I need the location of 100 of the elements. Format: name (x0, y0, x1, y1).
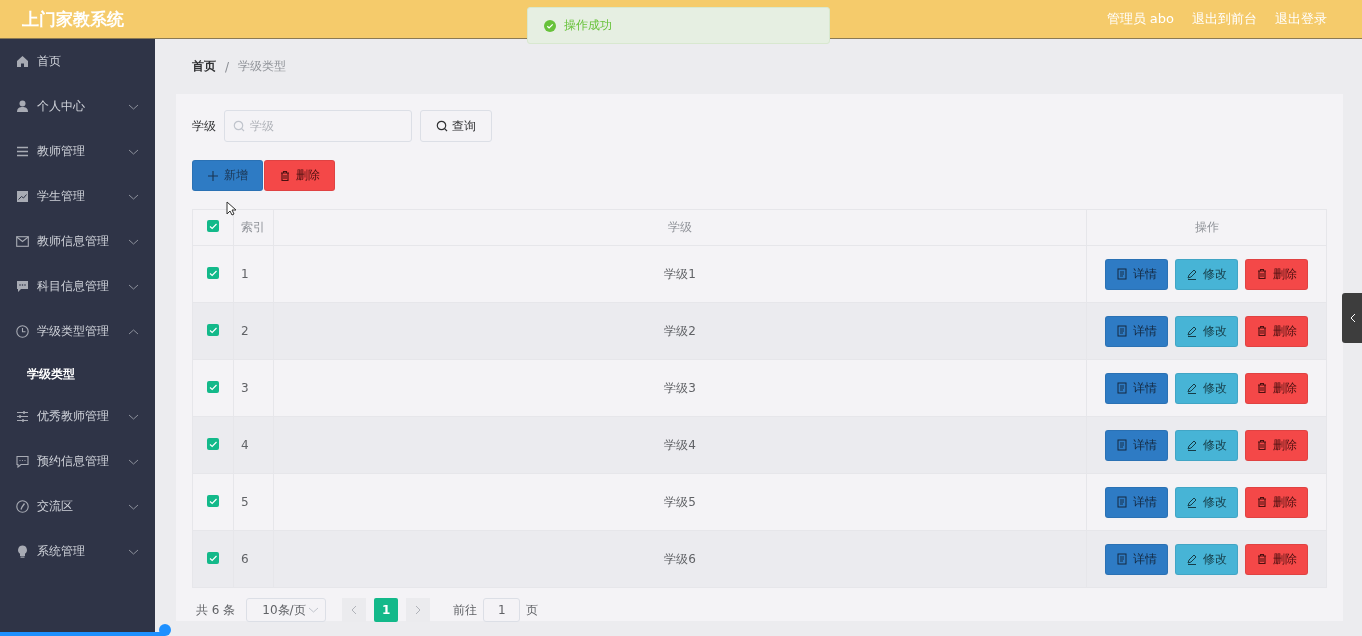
plus-icon (207, 169, 219, 182)
trash-icon (1256, 382, 1268, 394)
chevron-down-icon (128, 458, 139, 465)
scroll-bar[interactable] (0, 624, 171, 636)
edit-button[interactable]: 修改 (1175, 315, 1238, 347)
edit-button[interactable]: 修改 (1175, 258, 1238, 290)
search-field[interactable]: 学级 (224, 110, 412, 142)
delete-button[interactable]: 删除 (264, 160, 335, 191)
table-cell: 5 (233, 473, 274, 531)
chevron-down-icon (128, 283, 139, 290)
chevron-down-icon (128, 148, 139, 155)
success-toast: 操作成功 (527, 7, 830, 44)
trash-icon (279, 169, 291, 182)
side-panel-toggle[interactable] (1342, 293, 1362, 343)
total-count: 共 6 条 (196, 601, 236, 619)
delete-button[interactable]: 删除 (1245, 486, 1308, 518)
trash-icon (1256, 268, 1268, 280)
detail-button[interactable]: 详情 (1105, 429, 1168, 461)
document-icon (1116, 553, 1128, 565)
user-name: 管理员 abo (1106, 10, 1174, 28)
chevron-down-icon (308, 607, 320, 613)
edit-button[interactable]: 修改 (1175, 372, 1238, 404)
table-cell: 1 (233, 245, 274, 303)
checkbox[interactable] (207, 437, 219, 450)
table-cell: 学级2 (273, 302, 1087, 360)
app-title: 上门家教系统 (22, 7, 124, 31)
sidebar-item[interactable]: 学级类型管理 (0, 309, 155, 354)
goto-label: 前往 (453, 601, 478, 619)
breadcrumb-separator: / (225, 59, 230, 74)
search-icon (436, 120, 448, 132)
sidebar-item[interactable]: 交流区 (0, 484, 155, 529)
table-cell: 学级5 (273, 473, 1087, 531)
chevron-left-icon (1350, 313, 1356, 323)
chevron-down-icon (128, 103, 139, 110)
chevron-left-icon (351, 605, 358, 615)
checkbox[interactable] (207, 266, 219, 279)
delete-button[interactable]: 删除 (1245, 258, 1308, 290)
sidebar-item[interactable]: 学生管理 (0, 174, 155, 219)
compass-icon (16, 500, 29, 513)
document-icon (1116, 382, 1128, 394)
chevron-right-icon (415, 605, 422, 615)
detail-button[interactable]: 详情 (1105, 372, 1168, 404)
trash-icon (1256, 325, 1268, 337)
column-header: 学级 (273, 209, 1087, 246)
checkbox[interactable] (207, 323, 219, 336)
add-button[interactable]: 新增 (192, 160, 263, 191)
detail-button[interactable]: 详情 (1105, 543, 1168, 575)
pencil-icon (1186, 325, 1198, 337)
chat-icon (16, 280, 29, 293)
page-number[interactable]: 1 (374, 598, 399, 622)
clock-icon (16, 325, 29, 338)
submenu-item[interactable]: 学级类型 (0, 354, 155, 394)
edit-button[interactable]: 修改 (1175, 486, 1238, 518)
pointer-icon (226, 201, 237, 216)
detail-button[interactable]: 详情 (1105, 486, 1168, 518)
document-icon (1116, 439, 1128, 451)
trash-icon (1256, 553, 1268, 565)
checkbox[interactable] (207, 494, 219, 507)
delete-button[interactable]: 删除 (1245, 315, 1308, 347)
table-cell: 2 (233, 302, 274, 360)
sidebar-item[interactable]: 预约信息管理 (0, 439, 155, 484)
checkbox[interactable] (207, 380, 219, 393)
chevron-down-icon (128, 238, 139, 245)
detail-button[interactable]: 详情 (1105, 258, 1168, 290)
sidebar-item[interactable]: 优秀教师管理 (0, 394, 155, 439)
page-input[interactable]: 1 (483, 598, 521, 622)
sidebar-item[interactable]: 科目信息管理 (0, 264, 155, 309)
bulb-icon (16, 545, 29, 558)
detail-button[interactable]: 详情 (1105, 315, 1168, 347)
list-icon (16, 145, 29, 158)
edit-button[interactable]: 修改 (1175, 543, 1238, 575)
sidebar-item[interactable]: 个人中心 (0, 84, 155, 129)
breadcrumb-item: 学级类型 (238, 58, 287, 75)
sidebar-item[interactable]: 教师管理 (0, 129, 155, 174)
breadcrumb-item[interactable]: 首页 (192, 58, 216, 75)
chevron-down-icon (128, 503, 139, 510)
delete-button[interactable]: 删除 (1245, 429, 1308, 461)
checkbox[interactable] (207, 551, 219, 564)
pencil-icon (1186, 553, 1198, 565)
delete-button[interactable]: 删除 (1245, 543, 1308, 575)
sidebar-item[interactable]: 首页 (0, 39, 155, 84)
search-button[interactable]: 查询 (420, 110, 492, 142)
checkbox[interactable] (207, 220, 219, 232)
page-size-select[interactable]: 10条/页 (246, 598, 327, 622)
edit-button[interactable]: 修改 (1175, 429, 1238, 461)
table-cell: 学级1 (273, 245, 1087, 303)
chevron-up-icon (128, 328, 139, 335)
sidebar-item[interactable]: 教师信息管理 (0, 219, 155, 264)
table-cell: 学级6 (273, 530, 1087, 588)
user-icon (16, 100, 29, 113)
home-icon (16, 55, 29, 68)
chevron-down-icon (128, 193, 139, 200)
sidebar-item[interactable]: 系统管理 (0, 529, 155, 574)
document-icon (1116, 496, 1128, 508)
delete-button[interactable]: 删除 (1245, 372, 1308, 404)
message-icon (16, 455, 29, 468)
table-cell: 4 (233, 416, 274, 474)
chevron-down-icon (128, 548, 139, 555)
table-cell: 学级4 (273, 416, 1087, 474)
table-cell: 6 (233, 530, 274, 588)
